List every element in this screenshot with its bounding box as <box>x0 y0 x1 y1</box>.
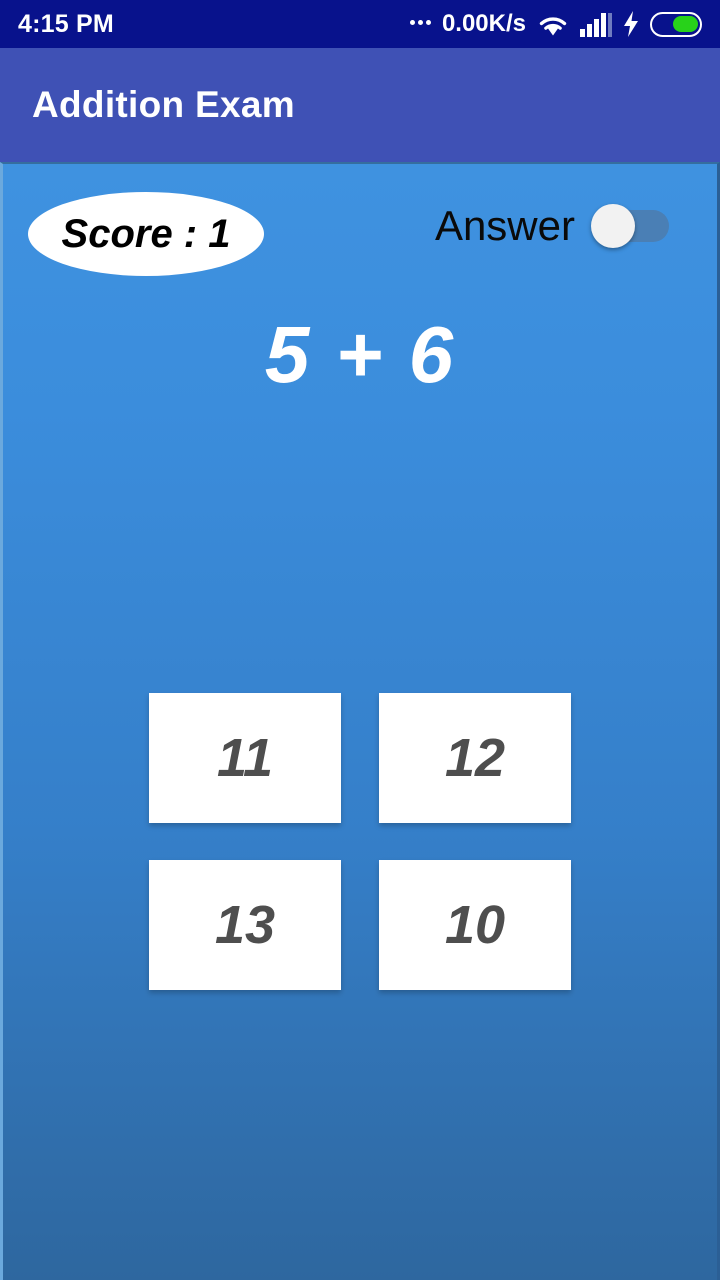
app-screen: 4:15 PM 0.00K/s Addition Exam Score: 1 … <box>0 0 720 1280</box>
answer-option-label: 12 <box>444 728 506 788</box>
app-bar: Addition Exam <box>0 48 720 162</box>
answer-option-button[interactable]: 10 <box>379 860 571 990</box>
status-bar-icons: 0.00K/s <box>409 10 702 38</box>
answer-options-grid: 11 12 13 10 <box>149 693 575 990</box>
wifi-icon <box>537 11 569 37</box>
question-text: 5 + 6 <box>264 310 456 399</box>
score-label: Score : 1 <box>61 211 231 256</box>
answer-option-label: 10 <box>444 895 506 955</box>
signal-bars-icon <box>580 11 612 37</box>
charging-bolt-icon <box>623 11 639 37</box>
answer-option-label: 13 <box>214 895 276 955</box>
network-speed-label: 0.00K/s <box>441 10 526 37</box>
status-bar: 4:15 PM 0.00K/s <box>0 0 720 48</box>
answer-option-button[interactable]: 12 <box>379 693 571 823</box>
toggle-thumb[interactable] <box>591 204 635 248</box>
battery-icon <box>650 11 702 37</box>
page-title: Addition Exam <box>32 84 295 125</box>
status-bar-clock: 4:15 PM <box>18 9 114 38</box>
score-badge: Score : 1 <box>28 192 264 276</box>
answer-toggle-switch[interactable] <box>591 204 669 248</box>
answer-option-button[interactable]: 11 <box>149 693 341 823</box>
quiz-content: Score : 1 Answer 5 + 6 11 12 13 10 <box>0 162 720 1280</box>
answer-toggle-label: Answer <box>434 202 575 249</box>
more-dots-icon <box>409 20 431 28</box>
answer-toggle-row: Answer <box>435 204 669 248</box>
answer-option-button[interactable]: 13 <box>149 860 341 990</box>
answer-option-label: 11 <box>216 728 274 788</box>
